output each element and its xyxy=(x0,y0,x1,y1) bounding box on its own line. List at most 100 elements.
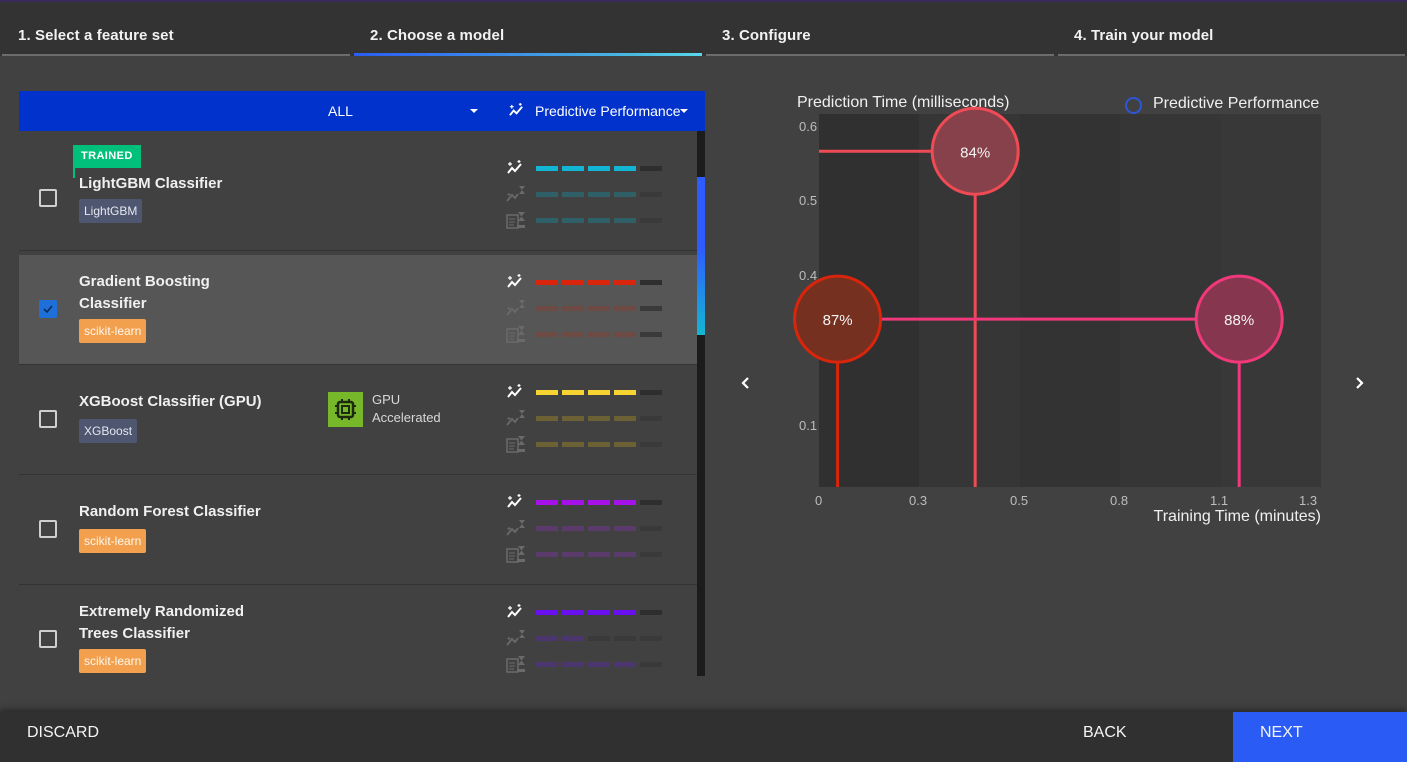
metric-rating-training-time xyxy=(506,185,676,205)
step-select-feature-set[interactable]: 1. Select a feature set xyxy=(0,2,352,56)
discard-button[interactable]: DISCARD xyxy=(27,712,99,762)
model-checkbox[interactable] xyxy=(39,630,57,648)
rating-segment xyxy=(562,166,584,171)
metric-rating-prediction-time xyxy=(506,435,676,455)
rating-segment xyxy=(614,526,636,531)
rating-segment xyxy=(640,526,662,531)
metric-rating-training-time xyxy=(506,629,676,649)
model-checkbox[interactable] xyxy=(39,410,57,428)
training-time-icon xyxy=(506,630,525,646)
model-list-item[interactable]: Extremely Randomized Trees Classifier sci… xyxy=(19,585,697,676)
step-label: 2. Choose a model xyxy=(370,27,505,44)
rating-segment xyxy=(562,526,584,531)
rating-segment xyxy=(536,442,558,447)
rating-segment xyxy=(614,390,636,395)
x-axis-title: Training Time (minutes) xyxy=(1153,508,1321,525)
filter-value: ALL xyxy=(328,103,353,119)
gpu-accelerated-label: GPU Accelerated xyxy=(372,391,441,427)
model-checkbox[interactable] xyxy=(39,520,57,538)
step-progress-bar xyxy=(354,53,702,56)
rating-segment xyxy=(536,416,558,421)
metric-rating-training-time xyxy=(506,299,676,319)
y-tick-label: 0.5 xyxy=(799,193,817,208)
rating-segment xyxy=(562,500,584,505)
rating-segment xyxy=(614,218,636,223)
step-progress-bar xyxy=(706,54,1054,56)
scatter-chart: 0.1 0.4 0.5 0.6 0 0.3 0.5 0.8 1.1 1.3 84% 87% 88% xyxy=(793,106,1321,508)
step-configure[interactable]: 3. Configure xyxy=(704,2,1056,56)
rating-segment xyxy=(588,332,610,337)
rating-segment xyxy=(588,416,610,421)
rating-segment xyxy=(536,552,558,557)
metric-rating-prediction-time xyxy=(506,325,676,345)
rating-segment xyxy=(640,390,662,395)
rating-segment xyxy=(588,610,610,615)
rating-segment xyxy=(536,500,558,505)
metric-rating-prediction-time xyxy=(506,211,676,231)
model-list-item[interactable]: Gradient Boosting Classifier scikit-learn xyxy=(19,255,697,365)
step-train-model[interactable]: 4. Train your model xyxy=(1056,2,1407,56)
rating-segment xyxy=(614,636,636,641)
rating-segment xyxy=(640,662,662,667)
chevron-down-icon xyxy=(680,109,688,113)
library-tag: scikit-learn xyxy=(79,649,147,673)
metric-rating-predictive-performance xyxy=(506,159,676,179)
model-list-item[interactable]: Random Forest Classifier scikit-learn xyxy=(19,475,697,585)
rating-segment xyxy=(536,332,558,337)
model-name: Random Forest Classifier xyxy=(79,503,261,520)
rating-segment xyxy=(588,552,610,557)
model-checkbox[interactable] xyxy=(39,189,57,207)
x-tick-label: 0.3 xyxy=(909,493,927,508)
rating-segment xyxy=(640,218,662,223)
prediction-time-icon xyxy=(506,326,525,343)
library-tag: scikit-learn xyxy=(79,319,147,343)
metric-rating-training-time xyxy=(506,409,676,429)
rating-segment xyxy=(562,610,584,615)
model-list-item[interactable]: TRAINED LightGBM Classifier LightGBM xyxy=(19,131,697,251)
y-tick-label: 0.6 xyxy=(799,119,817,134)
rating-segment xyxy=(562,280,584,285)
app-window: 1. Select a feature set 2. Choose a mode… xyxy=(0,0,1407,762)
rating-segment xyxy=(614,610,636,615)
rating-segment xyxy=(640,416,662,421)
rating-segment xyxy=(536,218,558,223)
list-scrollbar[interactable] xyxy=(697,131,705,676)
row-divider xyxy=(19,250,697,251)
rating-segment xyxy=(588,306,610,311)
footer-bar: DISCARD BACK NEXT xyxy=(0,712,1407,762)
rating-segment xyxy=(588,390,610,395)
model-list-item[interactable]: XGBoost Classifier (GPU) XGBoost GPU Accele… xyxy=(19,365,697,475)
metric-sort-dropdown[interactable]: Predictive Performance xyxy=(505,91,705,131)
trained-badge: TRAINED xyxy=(73,145,141,168)
step-label: 3. Configure xyxy=(722,27,811,44)
metric-rating-prediction-time xyxy=(506,545,676,565)
predictive-performance-icon xyxy=(507,274,522,288)
rating-segment xyxy=(536,306,558,311)
scrollbar-thumb[interactable] xyxy=(697,177,705,335)
rating-segment xyxy=(588,526,610,531)
model-name: Gradient Boosting Classifier xyxy=(79,273,210,312)
row-divider xyxy=(19,364,697,365)
plot-band xyxy=(1020,114,1120,487)
rating-segment xyxy=(588,280,610,285)
prediction-time-icon xyxy=(506,546,525,563)
gpu-line: GPU xyxy=(372,392,401,407)
model-checkbox[interactable] xyxy=(39,300,57,318)
rating-segment xyxy=(588,166,610,171)
rating-segment xyxy=(588,442,610,447)
rating-segment xyxy=(536,192,558,197)
rating-segment xyxy=(588,500,610,505)
step-choose-model[interactable]: 2. Choose a model xyxy=(352,2,704,56)
library-filter-dropdown[interactable]: ALL xyxy=(19,91,505,131)
rating-segment xyxy=(640,552,662,557)
step-label: 4. Train your model xyxy=(1074,27,1214,44)
predictive-performance-icon xyxy=(507,494,522,508)
rating-segment xyxy=(562,332,584,337)
training-time-icon xyxy=(506,300,525,316)
rating-segment xyxy=(640,442,662,447)
rating-segment xyxy=(614,552,636,557)
rating-segment xyxy=(588,192,610,197)
rating-segment xyxy=(562,552,584,557)
back-button[interactable]: BACK xyxy=(1083,712,1127,762)
next-button[interactable]: NEXT xyxy=(1233,712,1407,762)
